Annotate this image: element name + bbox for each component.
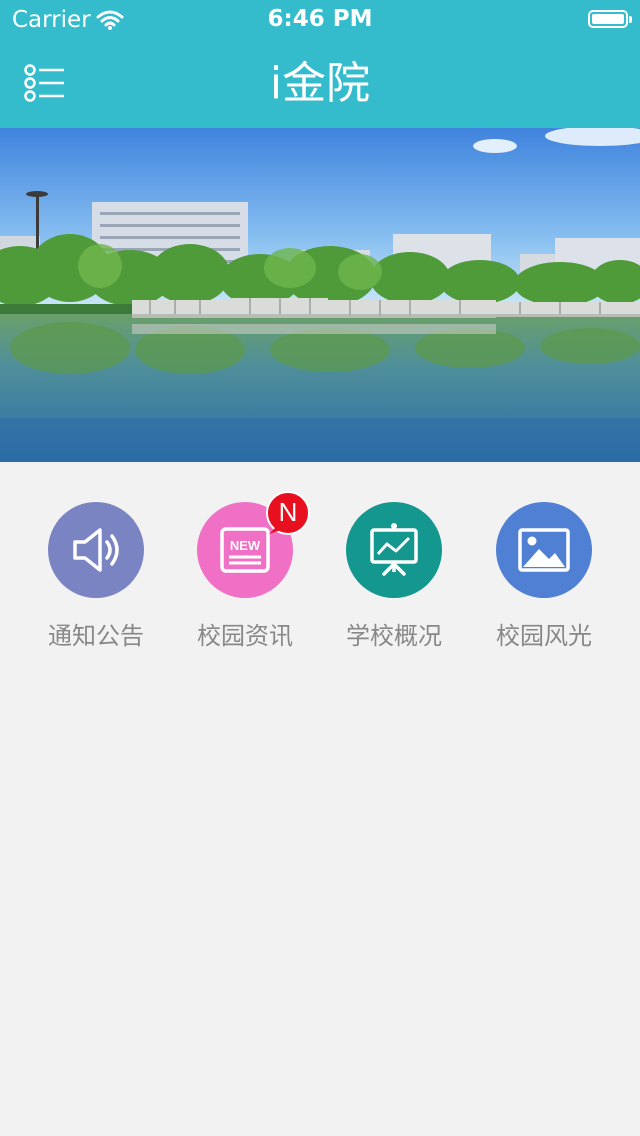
battery-icon — [588, 10, 632, 28]
page-title: i金院 — [269, 58, 371, 109]
presentation-icon — [346, 502, 442, 598]
grid-item-label: 校园风光 — [496, 622, 592, 650]
badge-label: N — [278, 497, 298, 527]
grid-item-label: 校园资讯 — [197, 622, 293, 650]
grid-item-notice[interactable]: 通知公告 — [26, 492, 166, 662]
status-time: 6:46 PM — [267, 6, 373, 32]
news-icon: NEW N — [197, 491, 310, 598]
image-icon — [496, 502, 592, 598]
grid-item-label: 通知公告 — [48, 622, 144, 650]
grid-item-campus-scenery[interactable]: 校园风光 — [474, 492, 614, 662]
new-badge: N — [265, 490, 311, 536]
svg-text:NEW: NEW — [230, 538, 261, 553]
grid-item-school-overview[interactable]: 学校概况 — [324, 492, 464, 662]
grid-item-label: 学校概况 — [346, 622, 442, 650]
hero-banner-image[interactable] — [0, 126, 640, 462]
speaker-icon — [48, 502, 144, 598]
top-bar: Carrier 6:46 PM i金院 — [0, 0, 640, 128]
status-bar: Carrier 6:46 PM — [0, 0, 640, 40]
grid-item-campus-news[interactable]: NEW N 校园资讯 — [175, 491, 315, 662]
